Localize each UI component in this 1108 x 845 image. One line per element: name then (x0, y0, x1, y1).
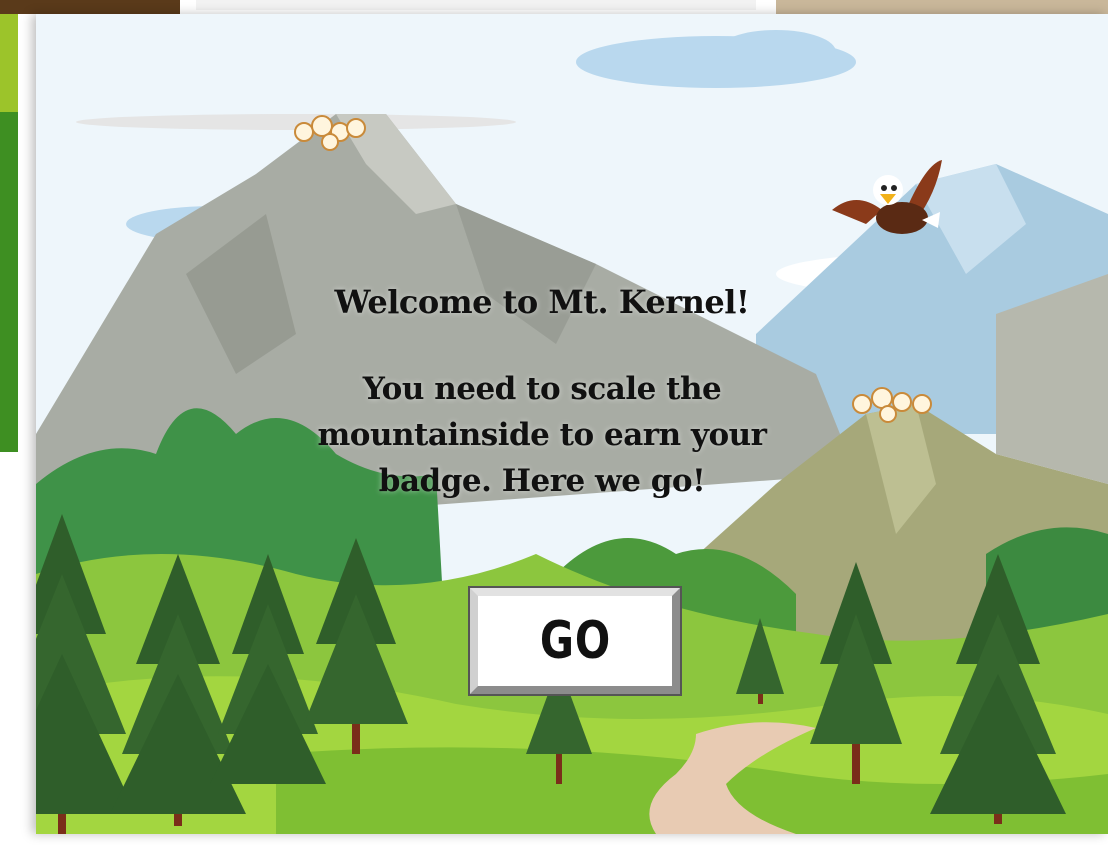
welcome-message: Welcome to Mt. Kernel! You need to scale… (272, 282, 812, 504)
go-button-label: GO (539, 611, 611, 671)
welcome-dialog: Welcome to Mt. Kernel! You need to scale… (36, 14, 1108, 834)
go-button[interactable]: GO (468, 586, 682, 696)
welcome-body: You need to scale the mountainside to ea… (317, 371, 767, 499)
welcome-headline: Welcome to Mt. Kernel! (334, 283, 750, 321)
